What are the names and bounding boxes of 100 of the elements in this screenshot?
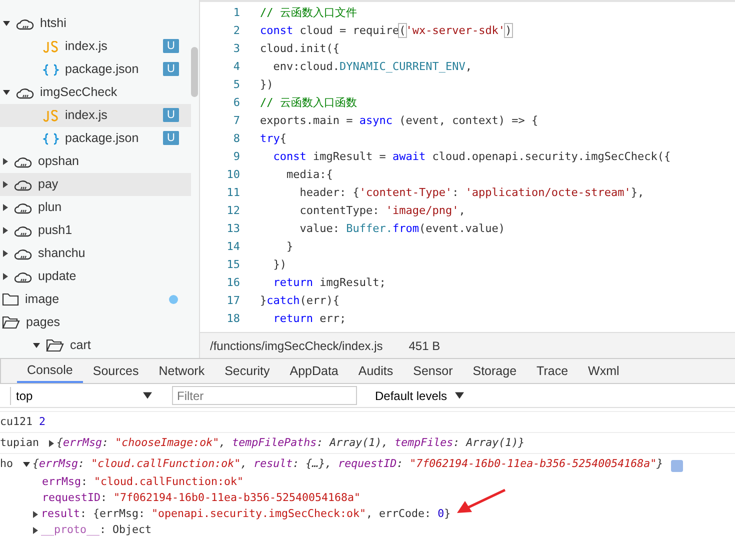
devtools-tab[interactable]: AppData — [280, 359, 348, 383]
line-number: 2 — [232, 23, 240, 39]
log-message: {errMsg: "chooseImage:ok", tempFilePaths: Array(1), tempFiles: Array(1)} — [56, 435, 525, 451]
caret-icon[interactable] — [3, 158, 8, 165]
tree-item[interactable]: opshan — [0, 150, 191, 173]
code-line: exports.main = async (event, context) => { — [260, 113, 538, 129]
braces-icon — [43, 64, 59, 76]
status-badge: U — [163, 39, 179, 53]
line-number: 6 — [232, 95, 240, 111]
caret-icon[interactable] — [3, 21, 10, 26]
tree-item[interactable]: pages — [0, 311, 191, 334]
property-line: __proto__: Object — [41, 522, 152, 538]
caret-icon[interactable] — [33, 343, 40, 348]
tree-item[interactable]: package.json U — [0, 127, 191, 150]
line-number: 15 — [226, 257, 240, 273]
property-line: requestID: "7f062194-16b0-11ea-b356-52540054168a" — [42, 490, 361, 506]
levels-dropdown[interactable]: Default levels — [369, 386, 454, 406]
line-number: 18 — [226, 311, 240, 327]
log-message: 2 — [39, 414, 46, 430]
tree-item[interactable]: cart — [0, 334, 191, 357]
devtools-tab[interactable]: Security — [214, 359, 280, 383]
code-line: contentType: 'image/png', — [298, 203, 466, 219]
toggle-icon[interactable] — [22, 462, 30, 466]
line-number: 9 — [232, 149, 240, 165]
braces-icon — [43, 132, 59, 144]
tree-item[interactable]: update — [0, 265, 191, 288]
file-size: 451 B — [408, 338, 440, 354]
devtools-tab[interactable]: Console — [17, 359, 83, 383]
line-number: 17 — [226, 293, 240, 309]
line-number: 10 — [226, 167, 240, 183]
caret-icon[interactable] — [3, 250, 8, 257]
devtools-tab[interactable]: Wxml — [578, 359, 630, 383]
tree-item[interactable]: package.json U — [0, 58, 191, 81]
tree-item[interactable]: index.js U — [0, 35, 191, 58]
dropdown-caret-icon[interactable] — [143, 392, 152, 399]
line-number: 16 — [226, 275, 240, 291]
status-badge: U — [163, 131, 179, 145]
code-line: media:{ — [285, 167, 333, 183]
status-badge: U — [163, 108, 179, 122]
devtools-tab[interactable]: Storage — [462, 359, 527, 383]
js-file-icon — [43, 110, 59, 122]
code-line: }catch(err){ — [260, 293, 340, 309]
log-source: tupian — [0, 435, 40, 451]
tree-item[interactable]: imgSecCheck — [0, 81, 191, 104]
log-source: cu121 — [0, 414, 34, 430]
code-line: value: Buffer.from(event.value) — [298, 221, 506, 237]
line-number: 3 — [232, 41, 240, 57]
line-number: 11 — [226, 185, 240, 201]
property-line: errMsg: "cloud.callFunction:ok" — [42, 474, 244, 490]
folder-icon — [2, 316, 20, 329]
line-number: 8 — [232, 131, 240, 147]
tree-item[interactable]: htshi — [0, 12, 191, 35]
tree-item[interactable]: plun — [0, 196, 191, 219]
line-number: 5 — [232, 77, 240, 93]
js-file-icon — [43, 40, 59, 52]
tree-item[interactable]: pay — [0, 173, 191, 196]
toggle-icon[interactable] — [48, 440, 54, 446]
line-number: 4 — [232, 59, 240, 75]
devtools-tab[interactable]: Sources — [82, 359, 149, 383]
caret-icon[interactable] — [3, 273, 8, 280]
caret-icon[interactable] — [3, 204, 8, 211]
devtools-tab[interactable]: Audits — [348, 359, 404, 383]
toggle-icon[interactable] — [33, 510, 38, 518]
folder-icon — [2, 293, 19, 306]
code-line: return imgResult; — [272, 275, 386, 291]
code-line: const imgResult = await cloud.openapi.security.imgSecCheck({ — [272, 149, 671, 165]
line-number: 14 — [226, 239, 240, 255]
cloud-icon — [14, 248, 32, 260]
code-line: }) — [272, 257, 286, 273]
cloud-icon — [14, 224, 32, 236]
log-message: {errMsg: "cloud.callFunction:ok", result: {…}, requestID: "7f062194-16b0-11ea-b356-52540054168a"} — [32, 456, 664, 472]
caret-icon[interactable] — [3, 90, 10, 95]
caret-icon[interactable] — [3, 181, 8, 188]
code-line: const cloud = require('wx-server-sdk') — [260, 23, 512, 39]
tree-item[interactable]: push1 — [0, 219, 191, 242]
line-number: 7 — [232, 113, 240, 129]
code-line: cloud.init({ — [260, 41, 340, 57]
log-source: ho — [0, 456, 14, 472]
devtools-tab[interactable]: Trace — [526, 359, 578, 383]
toggle-icon[interactable] — [33, 526, 38, 534]
dropdown-caret-icon[interactable] — [455, 392, 464, 399]
cloud-icon — [14, 178, 32, 190]
filter-field[interactable]: Filter — [172, 386, 357, 405]
devtools-tab[interactable]: Network — [148, 359, 215, 383]
status-badge: U — [163, 62, 179, 76]
tree-item[interactable]: image — [0, 288, 191, 311]
context-select[interactable]: top — [10, 386, 160, 404]
cloud-icon — [14, 156, 32, 168]
tree-item[interactable]: index.js U — [0, 104, 191, 127]
line-number: 13 — [226, 221, 240, 237]
devtools-tab[interactable]: Sensor — [403, 359, 463, 383]
cloud-icon — [16, 18, 34, 30]
scrollbar-thumb[interactable] — [191, 47, 198, 97]
caret-icon[interactable] — [3, 227, 8, 234]
cloud-icon — [14, 270, 32, 282]
code-line: // 云函数入口函数 — [260, 95, 357, 111]
code-line: // 云函数入口文件 — [260, 5, 357, 21]
code-line: header: {'content-Type': 'application/octe-stream'}, — [298, 185, 644, 201]
code-line: } — [285, 239, 294, 255]
tree-item[interactable]: shanchu — [0, 242, 191, 265]
